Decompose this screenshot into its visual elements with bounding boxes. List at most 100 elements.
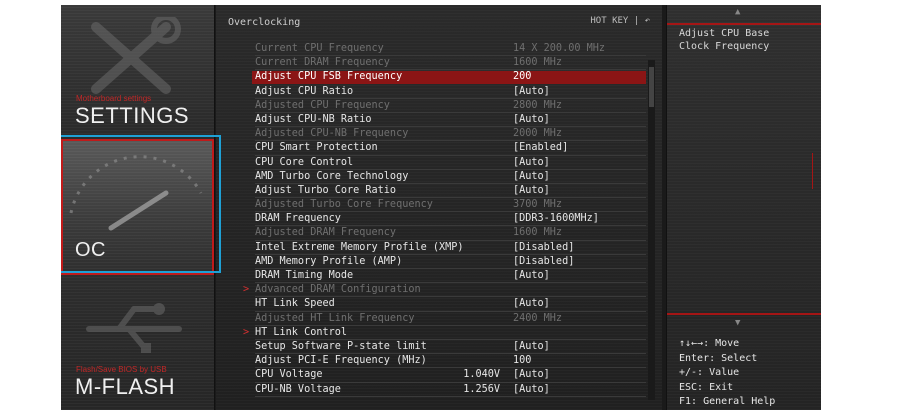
setting-row[interactable]: AMD Turbo Core Technology [Auto] (230, 170, 650, 184)
setting-label: Adjusted HT Link Frequency (255, 312, 415, 324)
nav-settings[interactable]: Motherboard settings SETTINGS (61, 5, 214, 135)
help-line-2: Clock Frequency (679, 41, 770, 52)
setting-label: Advanced DRAM Configuration (255, 284, 421, 296)
scrollbar-thumb[interactable] (649, 67, 654, 107)
help-line-1: Adjust CPU Base (679, 28, 770, 39)
setting-label: DRAM Frequency (255, 213, 341, 225)
setting-row[interactable]: CPU Core Control [Auto] (230, 156, 650, 170)
usb-icon (86, 303, 182, 353)
setting-label: CPU Smart Protection (255, 142, 378, 154)
setting-row: Adjusted DRAM Frequency 1600 MHz (230, 226, 650, 241)
nav-mflash[interactable]: Flash/Save BIOS by USB M-FLASH (61, 279, 214, 410)
setting-row[interactable]: CPU-NB Voltage 1.256V [Auto] (230, 383, 650, 397)
setting-value: 2800 MHz (513, 99, 563, 111)
setting-row[interactable]: AMD Memory Profile (AMP) [Disabled] (230, 255, 650, 269)
setting-row[interactable]: CPU Voltage 1.040V [Auto] (230, 368, 650, 383)
key-move: ↑↓←→: Move (679, 338, 740, 349)
setting-row[interactable]: HT Link Speed [Auto] (230, 297, 650, 312)
setting-value: 2000 MHz (513, 128, 563, 140)
setting-value[interactable]: [DDR3-1600MHz] (513, 212, 599, 226)
setting-label: Adjust Turbo Core Ratio (255, 184, 397, 196)
setting-readout: 1.256V (463, 383, 500, 395)
setting-row[interactable]: Adjust CPU Ratio [Auto] (230, 85, 650, 99)
setting-value: 1600 MHz (513, 57, 563, 69)
settings-title: SETTINGS (75, 103, 190, 128)
setting-label: Intel Extreme Memory Profile (XMP) (255, 241, 464, 253)
tools-icon (91, 17, 181, 94)
setting-value[interactable]: [Disabled] (513, 241, 574, 255)
setting-value[interactable]: [Auto] (513, 156, 550, 170)
key-value: +/-: Value (679, 367, 740, 378)
setting-label: AMD Memory Profile (AMP) (255, 255, 403, 267)
setting-row: Current CPU Frequency 14 X 200.00 MHz (230, 42, 650, 57)
setting-value[interactable]: 200 (513, 70, 531, 84)
mflash-subtitle: Flash/Save BIOS by USB (76, 365, 167, 374)
help-scroll-up[interactable]: ▲ (667, 5, 821, 25)
setting-value: 2400 MHz (513, 312, 563, 324)
setting-label: Adjust CPU FSB Frequency (255, 71, 403, 83)
submenu-arrow-icon: > (243, 284, 250, 296)
setting-value[interactable]: [Auto] (513, 113, 550, 127)
setting-value[interactable]: [Auto] (513, 340, 550, 354)
setting-readout: 1.040V (463, 369, 500, 381)
setting-row[interactable]: Setup Software P-state limit [Auto] (230, 340, 650, 355)
setting-label: Current CPU Frequency (255, 43, 384, 54)
caret-up-icon: ▲ (735, 7, 741, 17)
setting-value[interactable]: [Auto] (513, 170, 550, 184)
scrollbar[interactable] (648, 60, 655, 400)
setting-value: 1600 MHz (513, 227, 563, 239)
setting-row[interactable]: > HT Link Control (230, 326, 650, 340)
overclocking-panel: Overclocking HOT KEY | ↶ Current CPU Fre… (216, 5, 662, 410)
setting-value[interactable]: 100 (513, 354, 531, 368)
setting-value: 3700 MHz (513, 199, 563, 211)
setting-label: Adjusted CPU-NB Frequency (255, 128, 409, 140)
setting-label: Adjust CPU-NB Ratio (255, 113, 372, 125)
setting-label: CPU Core Control (255, 156, 354, 168)
setting-row[interactable]: DRAM Timing Mode [Auto] (230, 269, 650, 284)
settings-list: Current CPU Frequency 14 X 200.00 MHz Curr… (230, 42, 650, 397)
help-panel: ▲ Adjust CPU Base Clock Frequency ▼ ↑↓←→… (666, 5, 821, 410)
caret-down-icon: ▼ (735, 318, 741, 328)
hotkey-back-button[interactable]: HOT KEY | ↶ (590, 16, 650, 26)
help-description: Adjust CPU Base Clock Frequency (679, 27, 769, 53)
setting-label: CPU Voltage (255, 369, 323, 381)
side-handle[interactable] (812, 153, 821, 189)
setting-value[interactable]: [Auto] (513, 85, 550, 99)
setting-label: Adjusted DRAM Frequency (255, 227, 397, 239)
setting-label: HT Link Control (255, 326, 348, 338)
setting-row: Current DRAM Frequency 1600 MHz (230, 56, 650, 71)
setting-row[interactable]: DRAM Frequency [DDR3-1600MHz] (230, 212, 650, 227)
setting-row[interactable]: CPU Smart Protection [Enabled] (230, 141, 650, 156)
setting-row: Adjusted CPU-NB Frequency 2000 MHz (230, 127, 650, 142)
key-select: Enter: Select (679, 352, 758, 364)
submenu-arrow-icon: > (243, 326, 250, 338)
oc-focus-frame (61, 135, 221, 273)
setting-value[interactable]: [Disabled] (513, 255, 574, 269)
panel-title: Overclocking (228, 17, 301, 28)
setting-value[interactable]: [Auto] (513, 368, 550, 382)
setting-value[interactable]: [Auto] (513, 383, 550, 397)
setting-value[interactable]: [Auto] (513, 297, 550, 311)
help-scroll-down[interactable]: ▼ (667, 313, 821, 333)
setting-label: Current DRAM Frequency (255, 57, 390, 69)
row-divider (255, 395, 646, 397)
setting-label: Setup Software P-state limit (255, 340, 427, 352)
setting-row[interactable]: Adjust CPU-NB Ratio [Auto] (230, 113, 650, 128)
setting-row: Adjusted HT Link Frequency 2400 MHz (230, 312, 650, 326)
setting-value: 14 X 200.00 MHz (513, 43, 606, 54)
setting-row: > Advanced DRAM Configuration (230, 283, 650, 298)
setting-value[interactable]: [Auto] (513, 269, 550, 283)
setting-label: DRAM Timing Mode (255, 270, 354, 281)
setting-label: Adjusted Turbo Core Frequency (255, 199, 433, 211)
setting-row: Adjusted Turbo Core Frequency 3700 MHz (230, 198, 650, 213)
setting-value[interactable]: [Auto] (513, 184, 550, 198)
setting-value[interactable]: [Enabled] (513, 141, 568, 155)
setting-row[interactable]: Intel Extreme Memory Profile (XMP) [Disab… (230, 241, 650, 255)
setting-label: HT Link Speed (255, 298, 335, 310)
setting-label: AMD Turbo Core Technology (255, 170, 409, 182)
bios-screen: Motherboard settings SETTINGS OC Flash/S… (61, 5, 821, 410)
setting-row[interactable]: Adjust Turbo Core Ratio [Auto] (230, 184, 650, 199)
setting-row[interactable]: Adjust PCI-E Frequency (MHz) 100 (230, 354, 650, 369)
key-help: F1: General Help (679, 396, 776, 407)
setting-row[interactable]: Adjust CPU FSB Frequency 200 (230, 70, 650, 84)
